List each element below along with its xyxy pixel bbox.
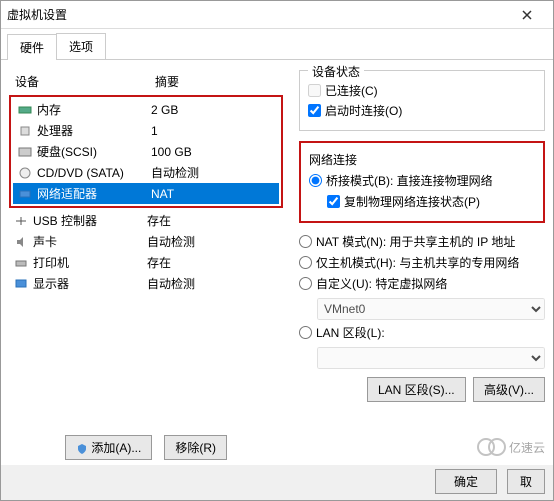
radio-bridged[interactable]: 桥接模式(B): 直接连接物理网络 <box>309 172 535 189</box>
hw-list-rest: USB 控制器存在 声卡自动检测 打印机存在 显示器自动检测 <box>9 210 283 294</box>
watermark: 亿速云 <box>477 438 545 456</box>
remove-button[interactable]: 移除(R) <box>164 435 227 460</box>
disk-icon <box>17 145 33 159</box>
replicate-checkbox[interactable]: 复制物理网络连接状态(P) <box>327 193 535 210</box>
hw-row-memory[interactable]: 内存2 GB <box>13 99 279 120</box>
hw-row-disk[interactable]: 硬盘(SCSI)100 GB <box>13 141 279 162</box>
hw-row-display[interactable]: 显示器自动检测 <box>9 273 283 294</box>
shield-icon <box>76 443 88 455</box>
logo-icon <box>488 438 506 456</box>
hw-row-sound[interactable]: 声卡自动检测 <box>9 231 283 252</box>
tab-hardware[interactable]: 硬件 <box>7 34 57 60</box>
radio-lan[interactable]: LAN 区段(L): <box>299 324 545 341</box>
lan-segment-select <box>317 347 545 369</box>
add-remove-bar: 添加(A)... 移除(R) <box>61 435 227 460</box>
ok-button[interactable]: 确定 <box>435 469 497 494</box>
close-icon <box>522 10 532 20</box>
memory-icon <box>17 103 33 117</box>
vm-settings-window: 虚拟机设置 硬件 选项 设备 摘要 内存2 GB 处理器1 硬盘(SCSI)10… <box>0 0 554 501</box>
add-button[interactable]: 添加(A)... <box>65 435 152 460</box>
hw-row-cpu[interactable]: 处理器1 <box>13 120 279 141</box>
net-buttons: LAN 区段(S)... 高级(V)... <box>299 377 545 402</box>
advanced-button[interactable]: 高级(V)... <box>473 377 545 402</box>
hw-row-cd[interactable]: CD/DVD (SATA)自动检测 <box>13 162 279 183</box>
dialog-buttons: 确定 取 <box>431 469 545 494</box>
radio-hostonly[interactable]: 仅主机模式(H): 与主机共享的专用网络 <box>299 254 545 271</box>
printer-icon <box>13 256 29 270</box>
tab-strip: 硬件 选项 <box>1 29 553 60</box>
window-title: 虚拟机设置 <box>7 6 507 23</box>
col-summary: 摘要 <box>155 73 179 90</box>
cpu-icon <box>17 124 33 138</box>
network-icon <box>17 187 33 201</box>
group-legend: 设备状态 <box>308 63 364 80</box>
settings-panel: 设备状态 已连接(C) 启动时连接(O) 网络连接 桥接模式(B): 直接连接物… <box>291 60 553 465</box>
cd-icon <box>17 166 33 180</box>
usb-icon <box>13 214 29 228</box>
close-button[interactable] <box>507 1 547 29</box>
hw-row-printer[interactable]: 打印机存在 <box>9 252 283 273</box>
display-icon <box>13 277 29 291</box>
tab-options[interactable]: 选项 <box>56 33 106 59</box>
group-legend: 网络连接 <box>309 153 357 167</box>
custom-vmnet-select: VMnet0 <box>317 298 545 320</box>
hardware-list: 内存2 GB 处理器1 硬盘(SCSI)100 GB CD/DVD (SATA)… <box>9 95 283 208</box>
network-connection-group: 网络连接 桥接模式(B): 直接连接物理网络 复制物理网络连接状态(P) <box>299 141 545 223</box>
sound-icon <box>13 235 29 249</box>
hw-header: 设备 摘要 <box>9 70 283 93</box>
col-device: 设备 <box>15 73 155 90</box>
connected-checkbox: 已连接(C) <box>308 82 536 99</box>
radio-custom[interactable]: 自定义(U): 特定虚拟网络 <box>299 275 545 292</box>
connect-on-checkbox[interactable]: 启动时连接(O) <box>308 102 536 119</box>
device-status-group: 设备状态 已连接(C) 启动时连接(O) <box>299 70 545 131</box>
cancel-button[interactable]: 取 <box>507 469 545 494</box>
lan-segments-button[interactable]: LAN 区段(S)... <box>367 377 466 402</box>
hardware-panel: 设备 摘要 内存2 GB 处理器1 硬盘(SCSI)100 GB CD/DVD … <box>1 60 291 465</box>
content-area: 设备 摘要 内存2 GB 处理器1 硬盘(SCSI)100 GB CD/DVD … <box>1 60 553 465</box>
hw-row-network[interactable]: 网络适配器NAT <box>13 183 279 204</box>
radio-nat[interactable]: NAT 模式(N): 用于共享主机的 IP 地址 <box>299 233 545 250</box>
hw-row-usb[interactable]: USB 控制器存在 <box>9 210 283 231</box>
titlebar: 虚拟机设置 <box>1 1 553 29</box>
